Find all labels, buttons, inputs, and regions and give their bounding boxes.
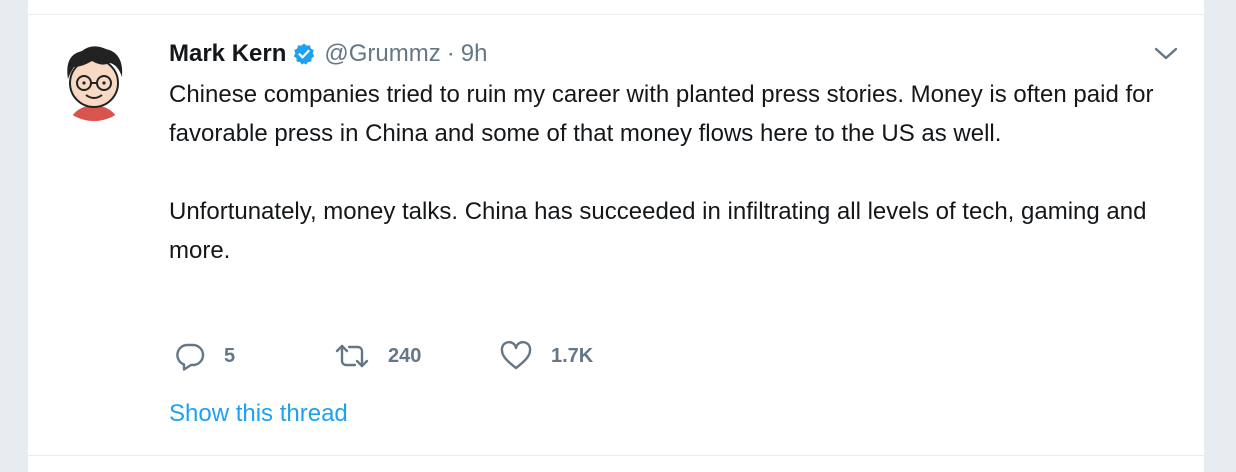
tweet-card[interactable]: Mark Kern @Grummz · 9h Chinese companies…: [28, 0, 1204, 472]
show-thread-link[interactable]: Show this thread: [169, 400, 348, 428]
divider-top: [28, 14, 1204, 15]
tweet-header: Mark Kern @Grummz · 9h: [169, 37, 487, 71]
like-count: 1.7K: [551, 344, 594, 367]
reply-button[interactable]: 5: [174, 340, 334, 372]
author-handle[interactable]: @Grummz: [324, 40, 440, 68]
tweet-paragraph: Chinese companies tried to ruin my caree…: [169, 81, 1154, 147]
tweet-paragraph: Unfortunately, money talks. China has su…: [169, 198, 1147, 264]
like-button[interactable]: 1.7K: [499, 340, 659, 372]
tweet-body: Chinese companies tried to ruin my caree…: [169, 75, 1189, 270]
chevron-down-icon[interactable]: [1152, 44, 1180, 64]
tweet-actions: 5 240 1.7K: [174, 340, 659, 372]
retweet-arrows-icon: [334, 340, 370, 372]
reply-count: 5: [224, 344, 236, 367]
heart-icon: [499, 340, 533, 372]
separator-dot: ·: [446, 40, 455, 67]
verified-badge-icon: [292, 42, 316, 66]
author-name[interactable]: Mark Kern: [169, 40, 286, 68]
retweet-count: 240: [388, 344, 422, 367]
retweet-button[interactable]: 240: [334, 340, 499, 372]
divider-bottom: [28, 455, 1204, 456]
avatar[interactable]: [52, 37, 136, 121]
tweet-timestamp[interactable]: 9h: [461, 40, 488, 68]
reply-bubble-icon: [174, 340, 206, 372]
